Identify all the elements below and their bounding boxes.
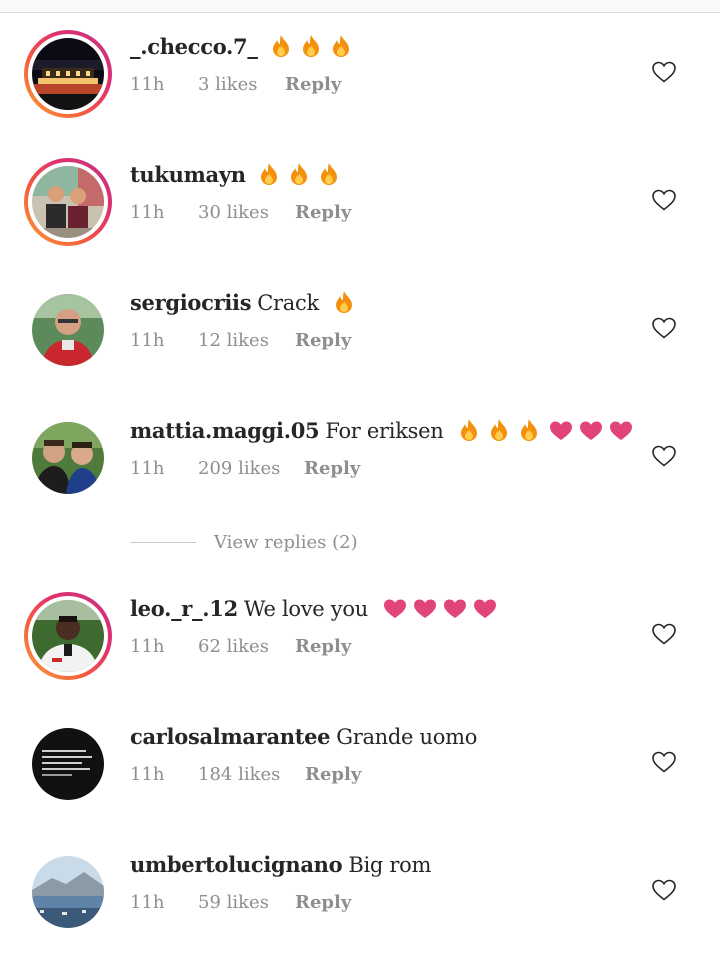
- comment-text: For eriksen: [325, 419, 444, 443]
- reply-button[interactable]: Reply: [295, 636, 351, 657]
- reply-button[interactable]: Reply: [304, 458, 360, 479]
- heart-icon: [548, 420, 574, 444]
- like-heart-icon[interactable]: [651, 444, 677, 468]
- comment-item: umbertolucignano Big rom 11h 59 likes Rep…: [0, 848, 720, 958]
- comment-time: 11h: [130, 330, 165, 351]
- view-replies-divider: [130, 542, 196, 543]
- comment-item: mattia.maggi.05 For eriksen 11h 209 likes…: [0, 414, 720, 524]
- like-heart-icon[interactable]: [651, 60, 677, 84]
- bay-landscape-photo: [32, 856, 104, 928]
- reply-button[interactable]: Reply: [285, 74, 341, 95]
- reply-button[interactable]: Reply: [295, 892, 351, 913]
- comment-likes[interactable]: 209 likes: [198, 458, 280, 479]
- comment-item: sergiocriis Crack 11h 12 likes Reply: [0, 286, 720, 396]
- reply-button[interactable]: Reply: [295, 330, 351, 351]
- comment-username[interactable]: tukumayn: [130, 162, 246, 187]
- avatar[interactable]: [24, 848, 112, 936]
- fire-icon: [458, 418, 480, 442]
- comment-time: 11h: [130, 202, 165, 223]
- fire-icon: [258, 162, 280, 186]
- comment-item: _.checco.7_ 11h 3 likes Reply: [0, 30, 720, 140]
- comment-username[interactable]: _.checco.7_: [130, 34, 258, 59]
- comment-likes[interactable]: 3 likes: [198, 74, 257, 95]
- comment-likes[interactable]: 30 likes: [198, 202, 269, 223]
- comment-username[interactable]: leo._r_.12: [130, 596, 238, 621]
- like-heart-icon[interactable]: [651, 622, 677, 646]
- fire-icon: [300, 34, 322, 58]
- comment-item: carlosalmarantee Grande uomo 11h 184 like…: [0, 720, 720, 830]
- comment-username[interactable]: sergiocriis: [130, 290, 252, 315]
- heart-icon: [472, 598, 498, 622]
- comment-item: leo._r_.12 We love you 11h 62 likes Reply: [0, 592, 720, 702]
- avatar[interactable]: [24, 720, 112, 808]
- comment-likes[interactable]: 184 likes: [198, 764, 280, 785]
- footballer-photo: [32, 600, 104, 672]
- top-divider: [0, 0, 720, 13]
- view-replies-button[interactable]: View replies (2): [130, 532, 430, 558]
- avatar[interactable]: [24, 286, 112, 374]
- reply-button[interactable]: Reply: [295, 202, 351, 223]
- comment-text: Big rom: [348, 853, 432, 877]
- comment-username[interactable]: mattia.maggi.05: [130, 418, 320, 443]
- comment-time: 11h: [130, 458, 165, 479]
- heart-icon: [578, 420, 604, 444]
- fire-icon: [518, 418, 540, 442]
- comment-time: 11h: [130, 636, 165, 657]
- avatar[interactable]: [24, 30, 112, 118]
- comment-text: Grande uomo: [336, 725, 478, 749]
- comment-text: Crack: [257, 291, 319, 315]
- like-heart-icon[interactable]: [651, 188, 677, 212]
- fire-icon: [330, 34, 352, 58]
- avatar[interactable]: [24, 158, 112, 246]
- comment-time: 11h: [130, 74, 165, 95]
- comment-time: 11h: [130, 764, 165, 785]
- view-replies-label: View replies (2): [214, 532, 358, 553]
- like-heart-icon[interactable]: [651, 750, 677, 774]
- comment-likes[interactable]: 59 likes: [198, 892, 269, 913]
- fire-icon: [333, 290, 355, 314]
- comment-likes[interactable]: 62 likes: [198, 636, 269, 657]
- avatar[interactable]: [24, 592, 112, 680]
- comment-text: We love you: [243, 597, 368, 621]
- two-people-photo: [32, 166, 104, 238]
- reply-button[interactable]: Reply: [305, 764, 361, 785]
- like-heart-icon[interactable]: [651, 316, 677, 340]
- comment-item: tukumayn 11h 30 likes Reply: [0, 158, 720, 268]
- heart-icon: [442, 598, 468, 622]
- night-building-photo: [32, 38, 104, 110]
- quote-text-photo: [32, 728, 104, 800]
- avatar[interactable]: [24, 414, 112, 502]
- comment-username[interactable]: umbertolucignano: [130, 852, 343, 877]
- fire-icon: [270, 34, 292, 58]
- heart-icon: [382, 598, 408, 622]
- fire-icon: [488, 418, 510, 442]
- heart-icon: [412, 598, 438, 622]
- heart-icon: [608, 420, 634, 444]
- two-men-photo: [32, 422, 104, 494]
- comment-likes[interactable]: 12 likes: [198, 330, 269, 351]
- comment-username[interactable]: carlosalmarantee: [130, 724, 331, 749]
- man-red-shirt-photo: [32, 294, 104, 366]
- fire-icon: [288, 162, 310, 186]
- comment-time: 11h: [130, 892, 165, 913]
- like-heart-icon[interactable]: [651, 878, 677, 902]
- fire-icon: [318, 162, 340, 186]
